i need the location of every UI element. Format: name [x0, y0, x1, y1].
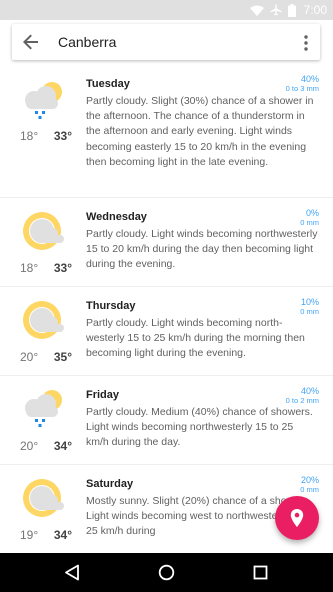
- temperature-range: 19° 34°: [20, 528, 72, 542]
- day-name: Tuesday: [86, 78, 130, 90]
- back-arrow-icon[interactable]: [23, 34, 39, 50]
- min-temperature: 20°: [20, 439, 39, 453]
- rain-probability: 20%: [300, 475, 319, 485]
- rain-probability: 10%: [300, 297, 319, 307]
- min-temperature: 18°: [20, 129, 39, 143]
- forecast-row[interactable]: 18° 33° Tuesday Partly cloudy. Slight (3…: [0, 64, 333, 198]
- forecast-row[interactable]: 20° 34° Friday Partly cloudy. Medium (40…: [0, 376, 333, 465]
- rain-chance: 0% 0 mm: [300, 208, 319, 227]
- partly-cloudy-rain-icon: [25, 390, 62, 427]
- partly-cloudy-icon: [23, 301, 64, 339]
- nav-back-icon[interactable]: [64, 564, 80, 581]
- temperature-range: 18° 33°: [20, 261, 72, 275]
- temperature-range: 20° 35°: [20, 350, 72, 364]
- airplane-icon: [270, 4, 282, 16]
- day-name: Friday: [86, 389, 120, 401]
- rain-chance: 10% 0 mm: [300, 297, 319, 316]
- nav-home-icon[interactable]: [158, 564, 175, 581]
- forecast-list[interactable]: 18° 33° Tuesday Partly cloudy. Slight (3…: [0, 64, 333, 554]
- temperature-range: 18° 33°: [20, 129, 72, 143]
- day-description: Partly cloudy. Slight (30%) chance of a …: [86, 95, 314, 168]
- rain-chance: 40% 0 to 2 mm: [286, 386, 319, 405]
- max-temperature: 34°: [53, 439, 72, 453]
- search-bar[interactable]: Canberra: [12, 24, 320, 60]
- max-temperature: 33°: [53, 129, 72, 143]
- rain-amount: 0 mm: [300, 307, 319, 316]
- system-navigation-bar: [0, 553, 333, 592]
- nav-recents-icon[interactable]: [253, 564, 268, 581]
- wifi-icon: [249, 5, 264, 16]
- status-time: 7:00: [303, 3, 327, 17]
- day-description: Partly cloudy. Medium (40%) chance of sh…: [86, 406, 313, 449]
- min-temperature: 18°: [20, 261, 39, 275]
- location-pin-icon: [290, 509, 304, 527]
- rain-amount: 0 mm: [300, 218, 319, 227]
- day-description: Partly cloudy. Light winds becoming nort…: [86, 317, 305, 360]
- rain-probability: 40%: [300, 386, 319, 396]
- rain-chance: 40% 0 to 3 mm: [286, 74, 319, 93]
- partly-cloudy-rain-icon: [25, 82, 62, 119]
- rain-amount: 0 to 3 mm: [285, 84, 319, 93]
- rain-chance: 20% 0 mm: [300, 475, 319, 494]
- day-name: Wednesday: [86, 211, 147, 223]
- forecast-row[interactable]: 20° 35° Thursday Partly cloudy. Light wi…: [0, 287, 333, 376]
- day-name: Thursday: [86, 300, 136, 312]
- search-query[interactable]: Canberra: [58, 34, 116, 50]
- day-name: Saturday: [86, 478, 134, 490]
- rain-amount: 0 to 2 mm: [285, 396, 319, 405]
- rain-probability: 0%: [305, 208, 319, 218]
- location-fab-button[interactable]: [275, 496, 319, 540]
- rain-amount: 0 mm: [300, 485, 319, 494]
- max-temperature: 33°: [53, 261, 72, 275]
- max-temperature: 34°: [53, 528, 72, 542]
- status-icons: 7:00: [249, 2, 327, 18]
- partly-cloudy-icon: [23, 479, 64, 517]
- partly-cloudy-icon: [23, 212, 64, 250]
- temperature-range: 20° 34°: [20, 439, 72, 453]
- min-temperature: 20°: [20, 350, 39, 364]
- rain-probability: 40%: [300, 74, 319, 84]
- max-temperature: 35°: [53, 350, 72, 364]
- forecast-row[interactable]: 18° 33° Wednesday Partly cloudy. Light w…: [0, 198, 333, 287]
- status-bar: 7:00: [0, 0, 333, 20]
- day-description: Partly cloudy. Light winds becoming nort…: [86, 228, 318, 271]
- min-temperature: 19°: [20, 528, 39, 542]
- battery-icon: [287, 3, 296, 17]
- overflow-menu-icon[interactable]: [304, 35, 308, 51]
